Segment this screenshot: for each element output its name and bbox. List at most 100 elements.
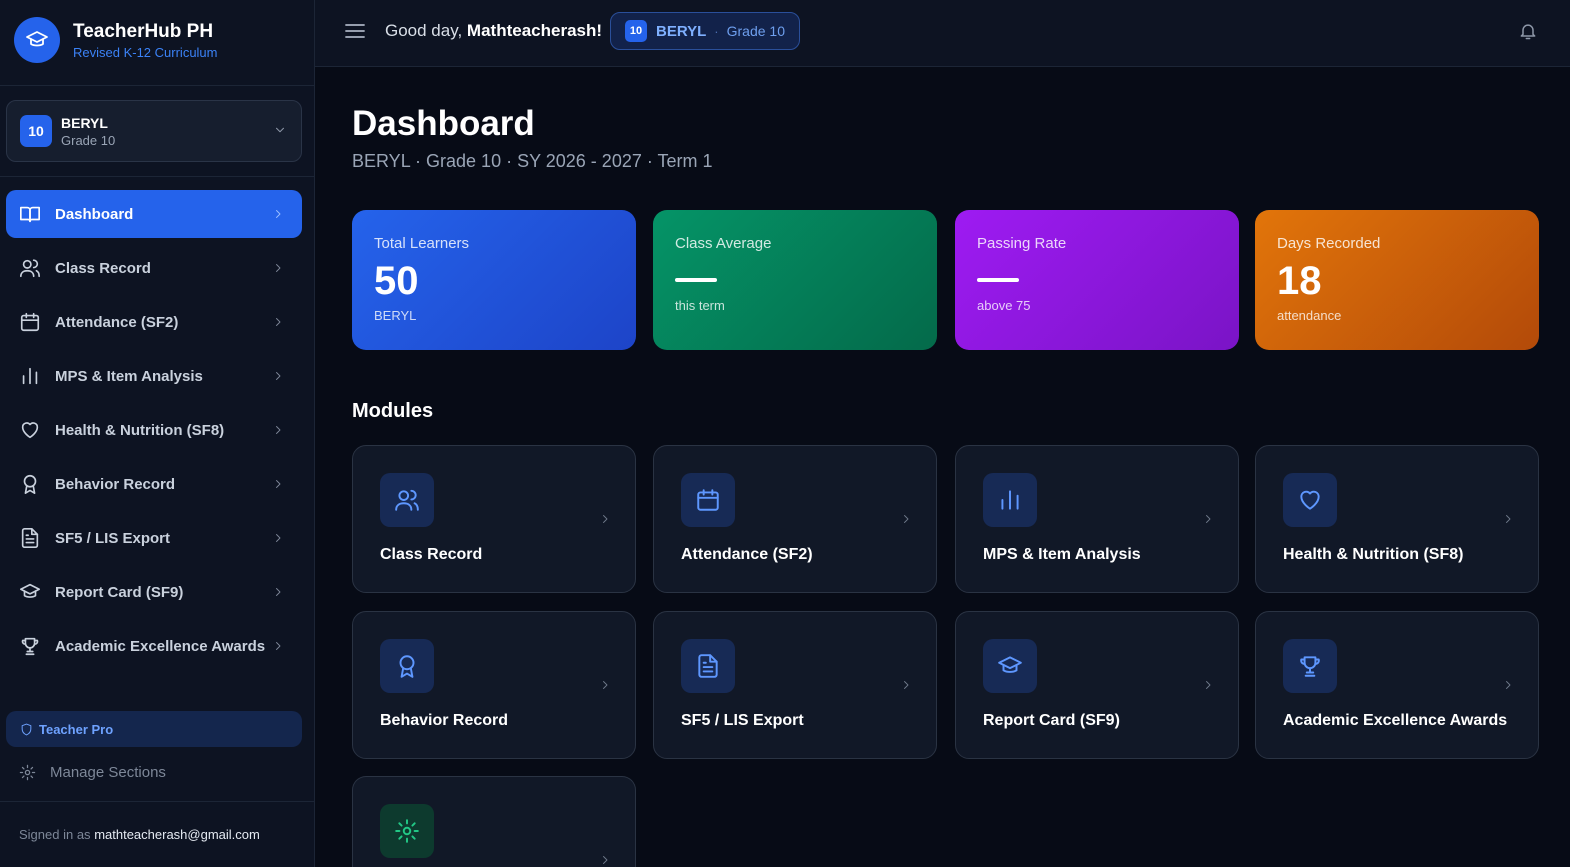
module-card-sf5[interactable]: SF5 / LIS Export (653, 611, 937, 759)
stat-label: Passing Rate (977, 235, 1067, 252)
brand-title: TeacherHub PH (73, 20, 214, 42)
teacher-pro-badge[interactable]: Teacher Pro (6, 711, 302, 747)
stat-value: 18 (1277, 259, 1322, 303)
stat-card-class-average: Class Average this term (653, 210, 937, 350)
stat-note: above 75 (977, 298, 1031, 313)
chevron-right-icon (599, 678, 611, 692)
modules-heading: Modules (352, 400, 434, 422)
module-card-settings[interactable] (352, 776, 636, 867)
section-grade: Grade 10 (61, 132, 116, 148)
stat-note: this term (675, 298, 725, 313)
sidebar-item-sf5[interactable]: SF5 / LIS Export (6, 514, 302, 562)
module-label: Academic Excellence Awards (1283, 712, 1508, 729)
bell-icon[interactable] (1518, 20, 1538, 42)
brand-subtitle: Revised K-12 Curriculum (73, 44, 218, 60)
chevron-right-icon (272, 261, 284, 275)
bar-chart-icon (19, 365, 41, 387)
module-card-awards[interactable]: Academic Excellence Awards (1255, 611, 1539, 759)
module-card-class-record[interactable]: Class Record (352, 445, 636, 593)
module-card-report-card[interactable]: Report Card (SF9) (955, 611, 1239, 759)
chevron-right-icon (900, 512, 912, 526)
sidebar-item-label: Report Card (SF9) (55, 583, 184, 601)
module-label: MPS & Item Analysis (983, 546, 1141, 563)
stat-note: attendance (1277, 308, 1342, 323)
chevron-right-icon (272, 639, 284, 653)
top-bar: Good day, Mathteacherash! 10 BERYL · Gra… (315, 0, 1570, 67)
sidebar-item-mps[interactable]: MPS & Item Analysis (6, 352, 302, 400)
graduation-cap-logo-icon (14, 17, 60, 63)
chevron-right-icon (1202, 678, 1214, 692)
module-card-health[interactable]: Health & Nutrition (SF8) (1255, 445, 1539, 593)
stat-value: 50 (374, 259, 419, 303)
award-icon (19, 473, 41, 495)
chevron-right-icon (599, 512, 611, 526)
stat-label: Total Learners (374, 235, 470, 252)
chevron-right-icon (900, 678, 912, 692)
chevron-right-icon (1502, 512, 1514, 526)
heart-icon (19, 419, 41, 441)
brand[interactable]: TeacherHub PH Revised K-12 Curriculum (14, 17, 218, 63)
gear-icon (380, 804, 434, 858)
module-card-mps[interactable]: MPS & Item Analysis (955, 445, 1239, 593)
module-label: Report Card (SF9) (983, 712, 1120, 729)
divider (0, 801, 315, 802)
stat-card-days-recorded: Days Recorded 18 attendance (1255, 210, 1539, 350)
module-label: Class Record (380, 546, 483, 563)
page-subtitle: BERYL · Grade 10 · SY 2026 - 2027 · Term… (352, 151, 713, 171)
current-section-pill[interactable]: 10 BERYL · Grade 10 (610, 12, 800, 50)
chevron-right-icon (272, 585, 284, 599)
signed-in-info: Signed in as mathteacherash@gmail.com (19, 827, 260, 842)
empty-value-dash (675, 278, 717, 282)
graduation-cap-icon (19, 581, 41, 603)
signed-in-prefix: Signed in as (19, 827, 91, 842)
stat-label: Days Recorded (1277, 235, 1381, 252)
module-label: SF5 / LIS Export (681, 712, 804, 729)
chevron-right-icon (272, 423, 284, 437)
sidebar-item-label: Attendance (SF2) (55, 313, 179, 331)
sidebar-item-dashboard[interactable]: Dashboard (6, 190, 302, 238)
sidebar-item-label: Health & Nutrition (SF8) (55, 421, 225, 439)
sidebar-item-health[interactable]: Health & Nutrition (SF8) (6, 406, 302, 454)
calendar-icon (19, 311, 41, 333)
sidebar-item-class-record[interactable]: Class Record (6, 244, 302, 292)
stat-card-passing-rate: Passing Rate above 75 (955, 210, 1239, 350)
module-label: Attendance (SF2) (681, 546, 813, 563)
sidebar-item-awards[interactable]: Academic Excellence Awards (6, 622, 302, 670)
sidebar-item-label: MPS & Item Analysis (55, 367, 203, 385)
bar-chart-icon (983, 473, 1037, 527)
greeting-prefix: Good day, (385, 21, 463, 40)
chevron-right-icon (1202, 512, 1214, 526)
section-selector[interactable]: 10 BERYL Grade 10 (6, 100, 302, 162)
teacher-pro-label: Teacher Pro (39, 721, 114, 737)
manage-sections-link[interactable]: Manage Sections (19, 764, 166, 781)
sidebar-item-label: Academic Excellence Awards (55, 637, 266, 655)
award-icon (380, 639, 434, 693)
graduation-cap-icon (983, 639, 1037, 693)
module-card-attendance[interactable]: Attendance (SF2) (653, 445, 937, 593)
manage-sections-label: Manage Sections (50, 764, 166, 781)
chevron-right-icon (272, 369, 284, 383)
pill-grade: Grade 10 (726, 23, 785, 39)
divider (0, 176, 315, 177)
chevron-right-icon (272, 315, 284, 329)
sidebar-item-behavior[interactable]: Behavior Record (6, 460, 302, 508)
calendar-icon (681, 473, 735, 527)
users-icon (19, 257, 41, 279)
chevron-right-icon (272, 531, 284, 545)
grade-badge: 10 (20, 115, 52, 147)
stat-label: Class Average (675, 235, 772, 252)
sidebar-nav: Dashboard Class Record Attendance (SF2) … (6, 190, 302, 676)
sidebar: TeacherHub PH Revised K-12 Curriculum 10… (0, 0, 315, 867)
pill-separator: · (714, 23, 719, 39)
sidebar-item-label: Dashboard (55, 205, 134, 223)
chevron-down-icon (273, 123, 287, 137)
sidebar-item-report-card[interactable]: Report Card (SF9) (6, 568, 302, 616)
shield-icon (21, 723, 32, 735)
sidebar-item-label: Behavior Record (55, 475, 176, 493)
menu-icon[interactable] (343, 19, 367, 43)
gear-icon (19, 764, 36, 781)
module-card-behavior[interactable]: Behavior Record (352, 611, 636, 759)
sidebar-item-label: SF5 / LIS Export (55, 529, 171, 547)
sidebar-item-attendance[interactable]: Attendance (SF2) (6, 298, 302, 346)
stat-card-total-learners: Total Learners 50 BERYL (352, 210, 636, 350)
